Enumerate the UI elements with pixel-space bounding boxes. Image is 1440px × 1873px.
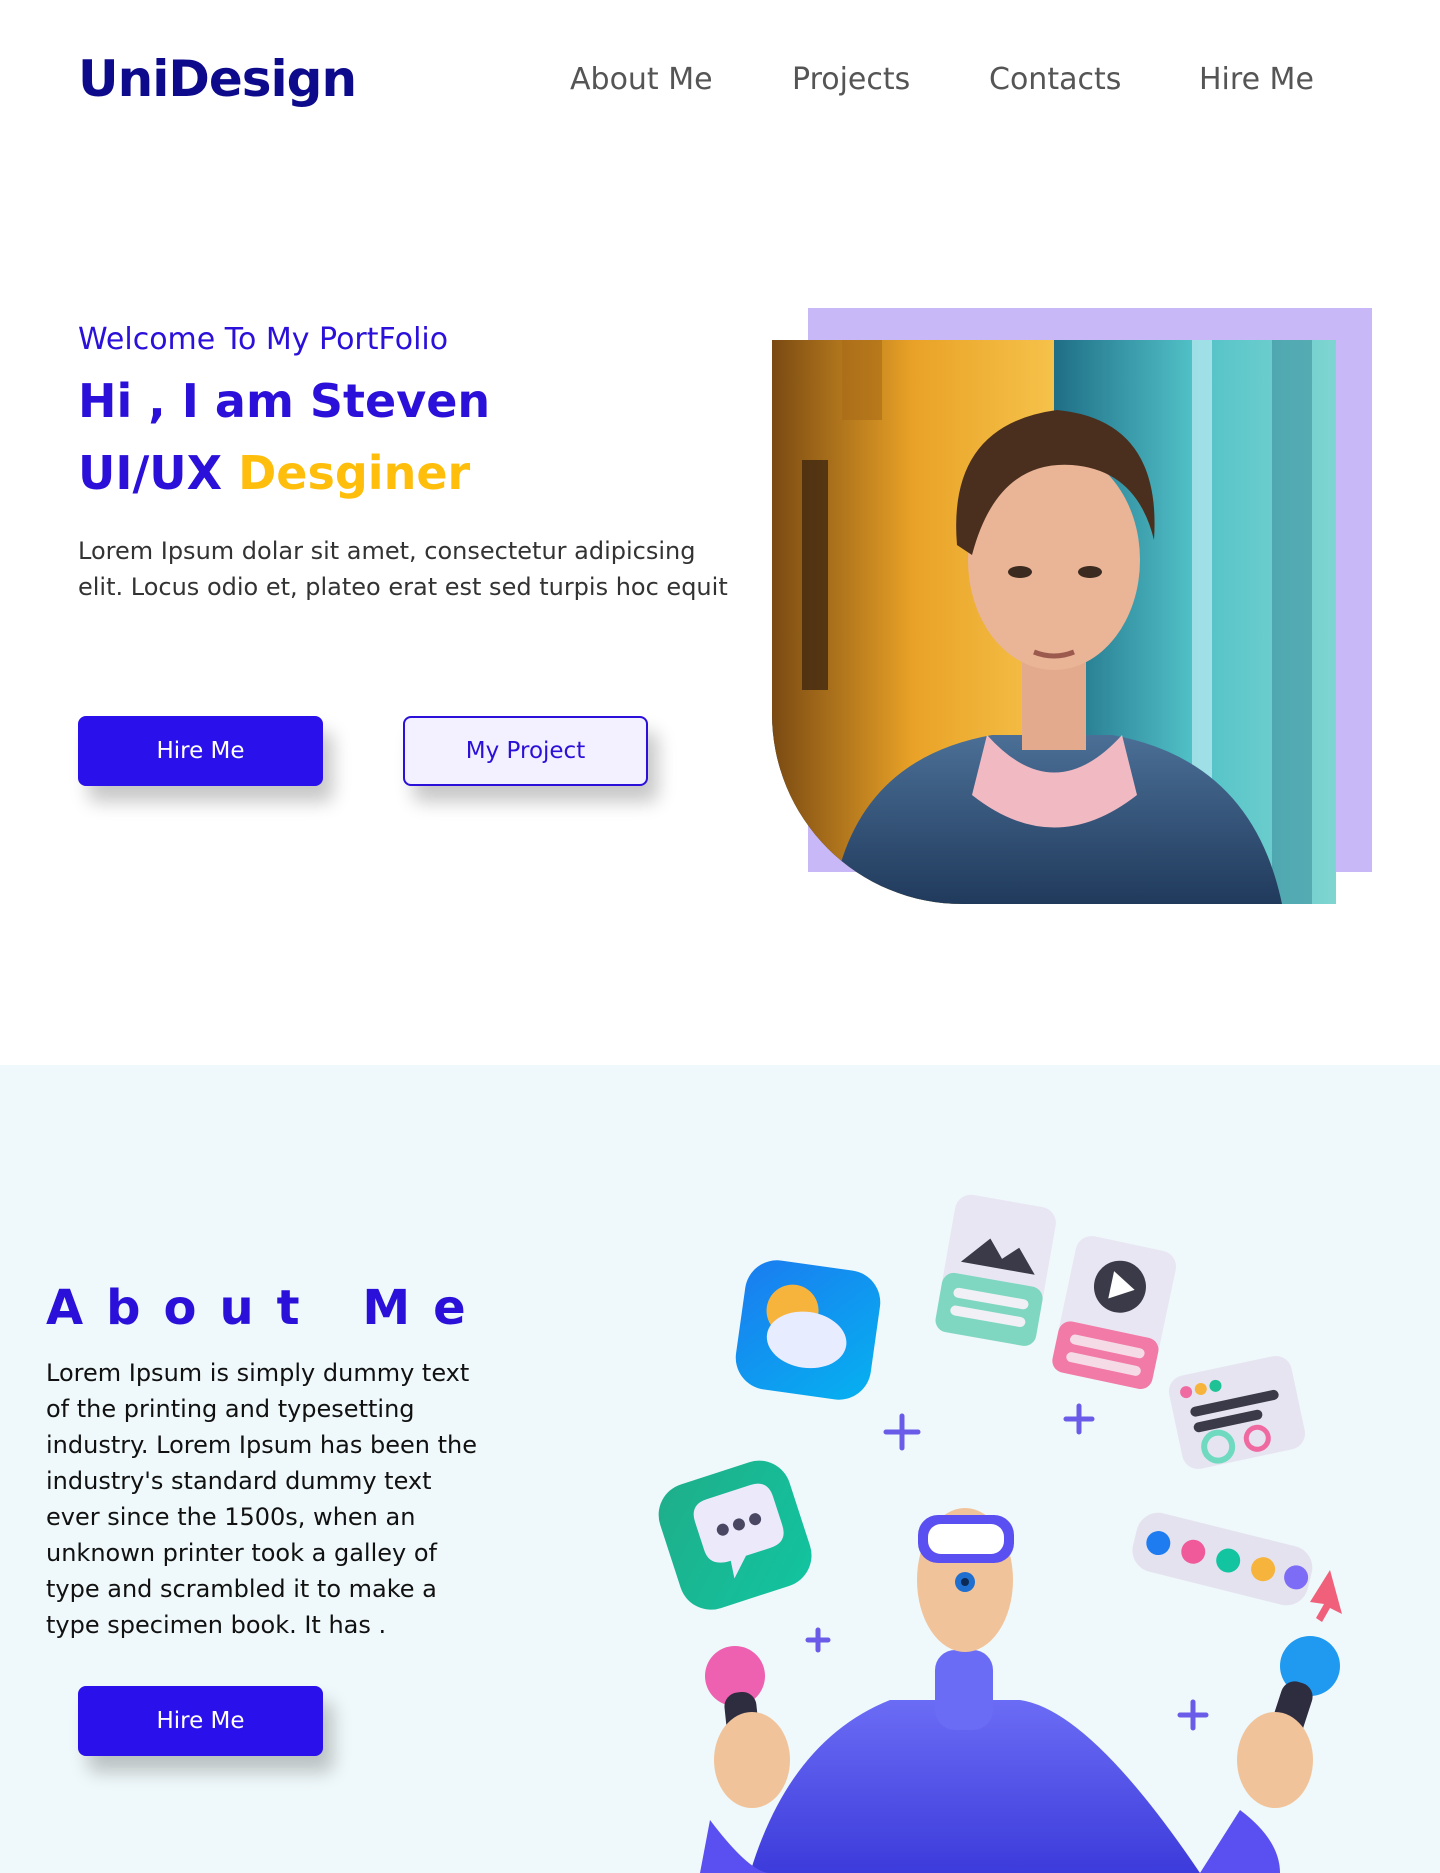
nav-projects[interactable]: Projects: [792, 62, 910, 97]
hire-me-button[interactable]: Hire Me: [78, 716, 323, 786]
hero-title: Hi , I am Steven: [78, 374, 491, 428]
about-hire-me-button[interactable]: Hire Me: [78, 1686, 323, 1756]
brand-logo[interactable]: UniDesign: [78, 50, 357, 108]
my-project-button[interactable]: My Project: [403, 716, 648, 786]
vr-character: [750, 1508, 1200, 1873]
chat-app-icon: [658, 1460, 812, 1610]
nav-contacts[interactable]: Contacts: [989, 62, 1121, 97]
hero-subtitle-role: UI/UX: [78, 446, 223, 500]
color-palette-icon: [1132, 1512, 1313, 1606]
profile-photo: [772, 340, 1336, 904]
portrait-illustration: [772, 340, 1336, 904]
settings-card-icon: [1168, 1355, 1306, 1469]
image-card-icon: [935, 1194, 1056, 1346]
video-card-icon: [1052, 1236, 1177, 1390]
hero-description: Lorem Ipsum dolar sit amet, consectetur …: [78, 537, 728, 601]
weather-app-icon: [735, 1260, 881, 1400]
nav-about-me[interactable]: About Me: [570, 62, 713, 97]
right-controller: [1200, 1636, 1340, 1873]
vr-illustration: [640, 1180, 1380, 1873]
hero-eyebrow: Welcome To My PortFolio: [78, 322, 449, 357]
about-heading: About Me: [46, 1280, 489, 1336]
hero-subtitle: UI/UX Desginer: [78, 446, 470, 500]
nav-hire-me[interactable]: Hire Me: [1199, 62, 1314, 97]
hero-subtitle-accent: Desginer: [238, 446, 471, 500]
cursor-icon: [1310, 1570, 1342, 1622]
about-description: Lorem Ipsum is simply dummy text of the …: [46, 1359, 477, 1639]
